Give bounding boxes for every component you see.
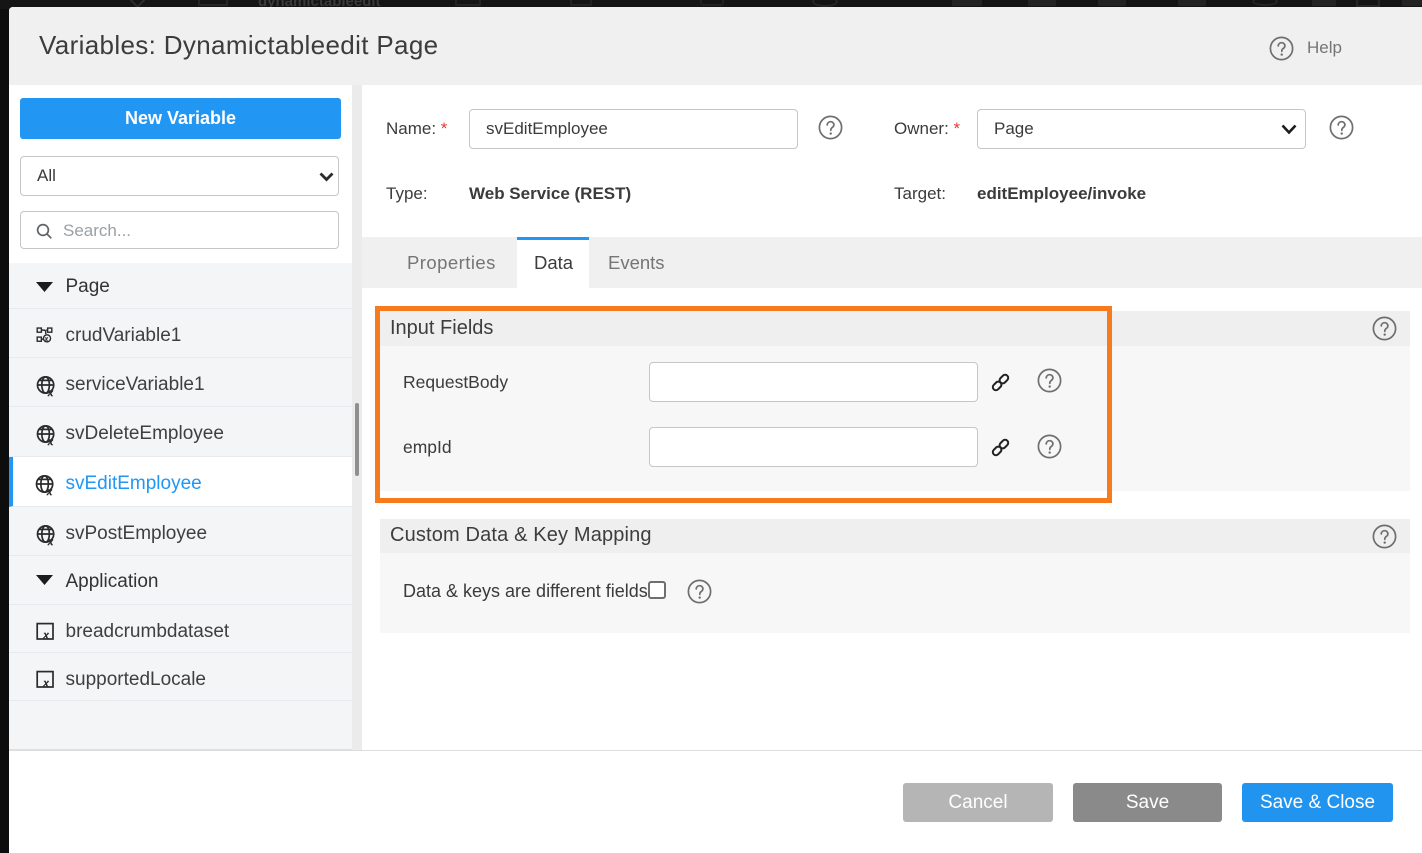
svg-text:x: x (42, 627, 49, 641)
svg-text:x: x (42, 675, 49, 689)
svg-text:x: x (46, 486, 53, 496)
svg-text:x: x (47, 387, 54, 397)
svg-text:x: x (47, 536, 54, 546)
svg-text:x: x (47, 436, 54, 446)
svg-text:x: x (44, 334, 49, 343)
